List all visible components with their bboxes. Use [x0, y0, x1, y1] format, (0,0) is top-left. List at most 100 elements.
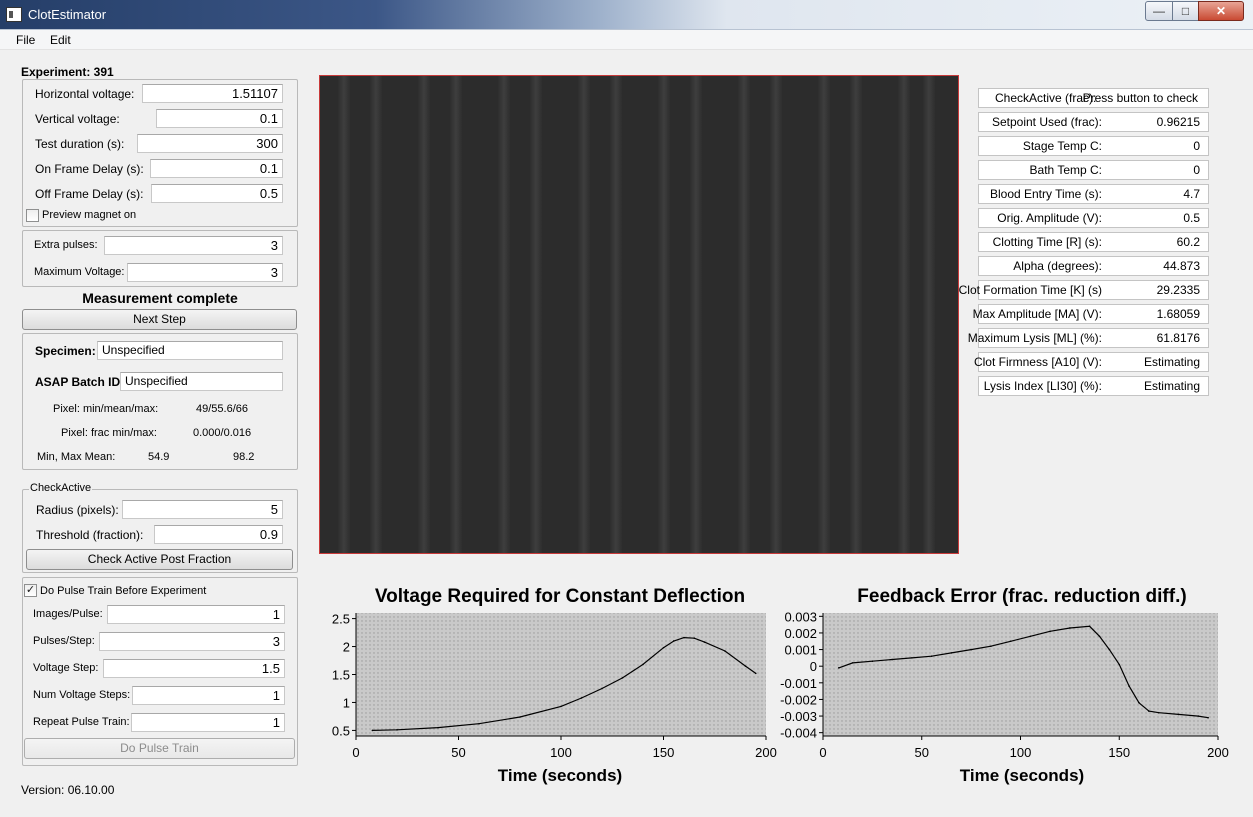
- threshold-field[interactable]: 0.9: [154, 525, 283, 544]
- viewer-stripe: [418, 76, 430, 553]
- data-point: [1157, 711, 1160, 714]
- threshold-label: Threshold (fraction):: [36, 528, 144, 542]
- menu-edit[interactable]: Edit: [50, 33, 71, 47]
- specimen-label: Specimen:: [35, 344, 96, 358]
- y-tick-label: -0.004: [780, 726, 817, 741]
- horizontal-voltage-field[interactable]: 1.51107: [142, 84, 283, 103]
- data-point: [621, 677, 624, 679]
- y-tick-label: 1: [343, 695, 350, 710]
- x-tick-label: 150: [653, 745, 675, 760]
- horizontal-voltage-label: Horizontal voltage:: [35, 87, 135, 101]
- result-row: Orig. Amplitude (V): 0.5: [978, 208, 1209, 228]
- data-point: [1207, 716, 1209, 719]
- result-row: Setpoint Used (frac): 0.96215: [978, 112, 1209, 132]
- do-pulse-train-button[interactable]: Do Pulse Train: [24, 738, 295, 759]
- voltage-step-field[interactable]: 1.5: [103, 659, 285, 678]
- data-point: [1138, 701, 1140, 704]
- data-point: [754, 672, 757, 675]
- data-point: [662, 646, 665, 649]
- result-value: 1.68059: [1156, 307, 1200, 321]
- result-label: Clot Formation Time [K] (s): [958, 283, 1102, 297]
- check-active-button[interactable]: Check Active Post Fraction: [26, 549, 293, 570]
- data-point: [990, 645, 992, 648]
- images-per-pulse-field[interactable]: 1: [107, 605, 285, 624]
- on-frame-delay-field[interactable]: 0.1: [150, 159, 283, 178]
- data-point: [871, 660, 874, 663]
- result-value: 60.2: [1176, 235, 1200, 249]
- result-value: Estimating: [1143, 355, 1200, 369]
- next-step-button[interactable]: Next Step: [22, 309, 297, 330]
- camera-viewer[interactable]: [319, 75, 959, 554]
- result-row: Lysis Index [LI30] (%): Estimating: [978, 376, 1209, 396]
- close-button[interactable]: ✕: [1198, 1, 1244, 21]
- specimen-field[interactable]: Unspecified: [97, 341, 283, 360]
- x-tick-label: 0: [819, 745, 826, 760]
- viewer-stripe: [818, 76, 830, 553]
- voltage-step-label: Voltage Step:: [33, 662, 99, 674]
- version-label: Version: 06.10.00: [21, 783, 115, 797]
- data-point: [930, 655, 933, 658]
- viewer-stripe: [738, 76, 750, 553]
- pixel-minmeanmax-value: 49/55.6/66: [196, 403, 248, 415]
- radius-field[interactable]: 5: [122, 500, 283, 519]
- viewer-stripe: [450, 76, 462, 553]
- off-frame-delay-label: Off Frame Delay (s):: [35, 187, 144, 201]
- test-duration-field[interactable]: 300: [137, 134, 283, 153]
- extra-pulses-label: Extra pulses:: [34, 239, 98, 251]
- data-point: [601, 687, 603, 690]
- y-tick-label: 0: [810, 659, 817, 674]
- minimize-button[interactable]: —: [1145, 1, 1173, 21]
- viewer-stripe: [923, 76, 935, 553]
- result-label: Clot Firmness [A10] (V):: [973, 355, 1102, 369]
- pulses-per-step-field[interactable]: 3: [99, 632, 285, 651]
- data-point: [1128, 685, 1130, 687]
- x-tick-label: 0: [352, 745, 359, 760]
- max-mean-value: 98.2: [233, 451, 255, 463]
- data-point: [724, 650, 726, 652]
- y-tick-label: 0.003: [784, 609, 817, 624]
- menu-bar: [0, 30, 1253, 50]
- preview-magnet-checkbox[interactable]: [26, 209, 39, 222]
- max-voltage-field[interactable]: 3: [127, 263, 283, 282]
- x-tick-label: 50: [915, 745, 929, 760]
- maximize-button[interactable]: □: [1172, 1, 1199, 21]
- extra-pulses-field[interactable]: 3: [104, 236, 283, 255]
- x-tick-label: 100: [1010, 745, 1032, 760]
- repeat-pulse-train-label: Repeat Pulse Train:: [33, 716, 130, 728]
- data-point: [672, 640, 675, 642]
- repeat-pulse-train-field[interactable]: 1: [131, 713, 285, 732]
- data-point: [1049, 630, 1051, 633]
- y-tick-label: -0.003: [780, 709, 817, 724]
- num-voltage-steps-field[interactable]: 1: [132, 686, 285, 705]
- result-label: Orig. Amplitude (V):: [997, 211, 1102, 225]
- feedback-chart-xlabel: Time (seconds): [959, 766, 1085, 785]
- data-point: [1148, 710, 1150, 712]
- result-value: 44.873: [1163, 259, 1200, 273]
- result-value: 61.8176: [1156, 331, 1200, 345]
- x-tick-label: 50: [451, 745, 465, 760]
- vertical-voltage-field[interactable]: 0.1: [156, 109, 283, 128]
- batch-id-field[interactable]: Unspecified: [120, 372, 283, 391]
- viewer-stripe: [658, 76, 670, 553]
- y-tick-label: 2.5: [332, 612, 350, 627]
- result-value: 0.5: [1183, 211, 1200, 225]
- data-point: [1108, 648, 1111, 651]
- data-point: [970, 648, 972, 651]
- window-title: ClotEstimator: [28, 7, 107, 22]
- pulse-train-checkbox[interactable]: ✓: [24, 584, 37, 597]
- batch-id-label: ASAP Batch ID: [35, 375, 121, 389]
- menu-file[interactable]: File: [16, 33, 35, 47]
- off-frame-delay-field[interactable]: 0.5: [151, 184, 283, 203]
- y-tick-label: -0.002: [780, 692, 817, 707]
- result-value: 0: [1193, 163, 1200, 177]
- title-bar: [0, 0, 1253, 30]
- y-tick-label: 0.5: [332, 723, 350, 738]
- pixel-minmeanmax-label: Pixel: min/mean/max:: [53, 403, 159, 415]
- viewer-stripe: [338, 76, 350, 553]
- result-row: Clot Formation Time [K] (s) 29.2335: [959, 280, 1209, 300]
- data-point: [1197, 715, 1200, 717]
- x-tick-label: 150: [1108, 745, 1130, 760]
- y-tick-label: -0.001: [780, 676, 817, 691]
- feedback-chart-title: Feedback Error (frac. reduction diff.): [857, 586, 1187, 607]
- x-tick-label: 100: [550, 745, 572, 760]
